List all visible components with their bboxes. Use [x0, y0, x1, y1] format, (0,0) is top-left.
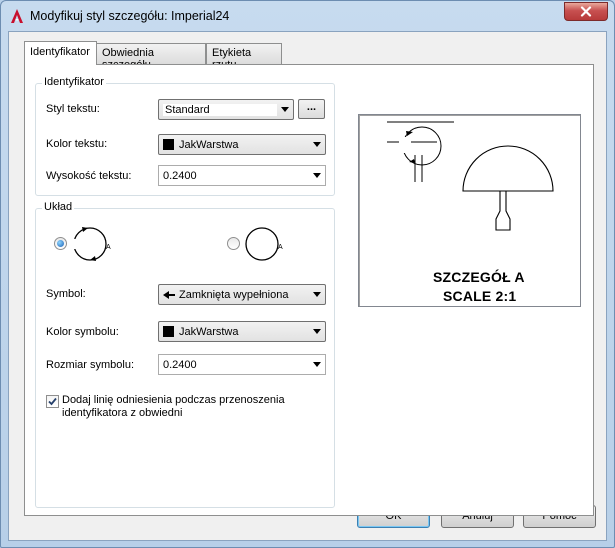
tab-obwiednia-szczegolu[interactable]: Obwiednia szczegółu: [96, 43, 206, 71]
chevron-down-icon[interactable]: [309, 166, 325, 185]
autocad-app-icon: [11, 9, 23, 23]
close-button[interactable]: [564, 2, 608, 21]
text-color-value: JakWarstwa: [179, 138, 239, 151]
add-leader-checkbox[interactable]: [46, 395, 59, 408]
tab-etykieta-rzutu[interactable]: Etykieta rzutu: [206, 43, 282, 71]
symbol-label: Symbol:: [46, 288, 86, 300]
layout-option-1-radio[interactable]: [54, 237, 67, 250]
browse-label: ...: [306, 101, 317, 113]
title-bar[interactable]: Modyfikuj styl szczegółu: Imperial24: [1, 1, 614, 31]
preview-pane: SZCZEGÓŁ A SCALE 2:1: [358, 114, 581, 307]
color-swatch: [163, 326, 174, 337]
symbol-select[interactable]: Zamknięta wypełniona: [158, 284, 326, 305]
identifier-group: Identyfikator Styl tekstu: Standard ... …: [35, 76, 335, 196]
add-leader-label-line1: Dodaj linię odniesienia podczas przenosz…: [62, 394, 285, 406]
symbol-color-label: Kolor symbolu:: [46, 326, 119, 338]
symbol-size-value: 0.2400: [163, 358, 197, 371]
window-title: Modyfikuj styl szczegółu: Imperial24: [30, 9, 230, 23]
text-height-value: 0.2400: [163, 169, 197, 182]
chevron-down-icon: [277, 100, 293, 119]
dialog-window: Modyfikuj styl szczegółu: Imperial24 Ide…: [0, 0, 615, 548]
symbol-color-select[interactable]: JakWarstwa: [158, 321, 326, 342]
chevron-down-icon: [309, 135, 325, 154]
browse-text-style-button[interactable]: ...: [298, 99, 325, 119]
tab-panel-identyfikator: Identyfikator Styl tekstu: Standard ... …: [24, 64, 594, 516]
symbol-size-input[interactable]: 0.2400: [158, 354, 326, 375]
symbol-value: Zamknięta wypełniona: [179, 288, 289, 301]
symbol-size-label: Rozmiar symbolu:: [46, 359, 135, 371]
text-style-label: Styl tekstu:: [46, 103, 100, 115]
add-leader-label[interactable]: Dodaj linię odniesienia podczas przenosz…: [62, 394, 285, 420]
circle-with-arrows-icon: A: [72, 227, 111, 261]
text-color-label: Kolor tekstu:: [46, 138, 108, 150]
circle-icon: A: [245, 227, 283, 261]
chevron-down-icon: [309, 285, 325, 304]
layout-option-2-letter: A: [278, 244, 283, 251]
close-icon: [580, 6, 592, 17]
layout-group: Układ A A Symbol: Zamknięta wypełniona K…: [35, 201, 335, 508]
preview-title: SZCZEGÓŁ A: [433, 269, 525, 285]
text-style-select[interactable]: Standard: [158, 99, 294, 120]
text-color-select[interactable]: JakWarstwa: [158, 134, 326, 155]
group-title: Identyfikator: [42, 76, 106, 88]
layout-option-1-letter: A: [106, 244, 111, 251]
preview-scale: SCALE 2:1: [443, 288, 517, 304]
filled-arrow-icon: [163, 290, 175, 299]
tab-label: Identyfikator: [30, 46, 90, 58]
text-height-label: Wysokość tekstu:: [46, 170, 132, 182]
add-leader-label-line2: identyfikatora z obwiedni: [62, 407, 183, 419]
symbol-color-value: JakWarstwa: [179, 325, 239, 338]
chevron-down-icon: [309, 322, 325, 341]
checkmark-icon: [48, 397, 57, 406]
layout-option-2-radio[interactable]: [227, 237, 240, 250]
tab-identyfikator[interactable]: Identyfikator: [24, 41, 97, 65]
text-style-value: Standard: [163, 103, 277, 116]
group-title: Układ: [42, 201, 75, 213]
color-swatch: [163, 139, 174, 150]
chevron-down-icon[interactable]: [309, 355, 325, 374]
dialog-client-area: Identyfikator Obwiednia szczegółu Etykie…: [8, 31, 607, 541]
text-height-input[interactable]: 0.2400: [158, 165, 326, 186]
